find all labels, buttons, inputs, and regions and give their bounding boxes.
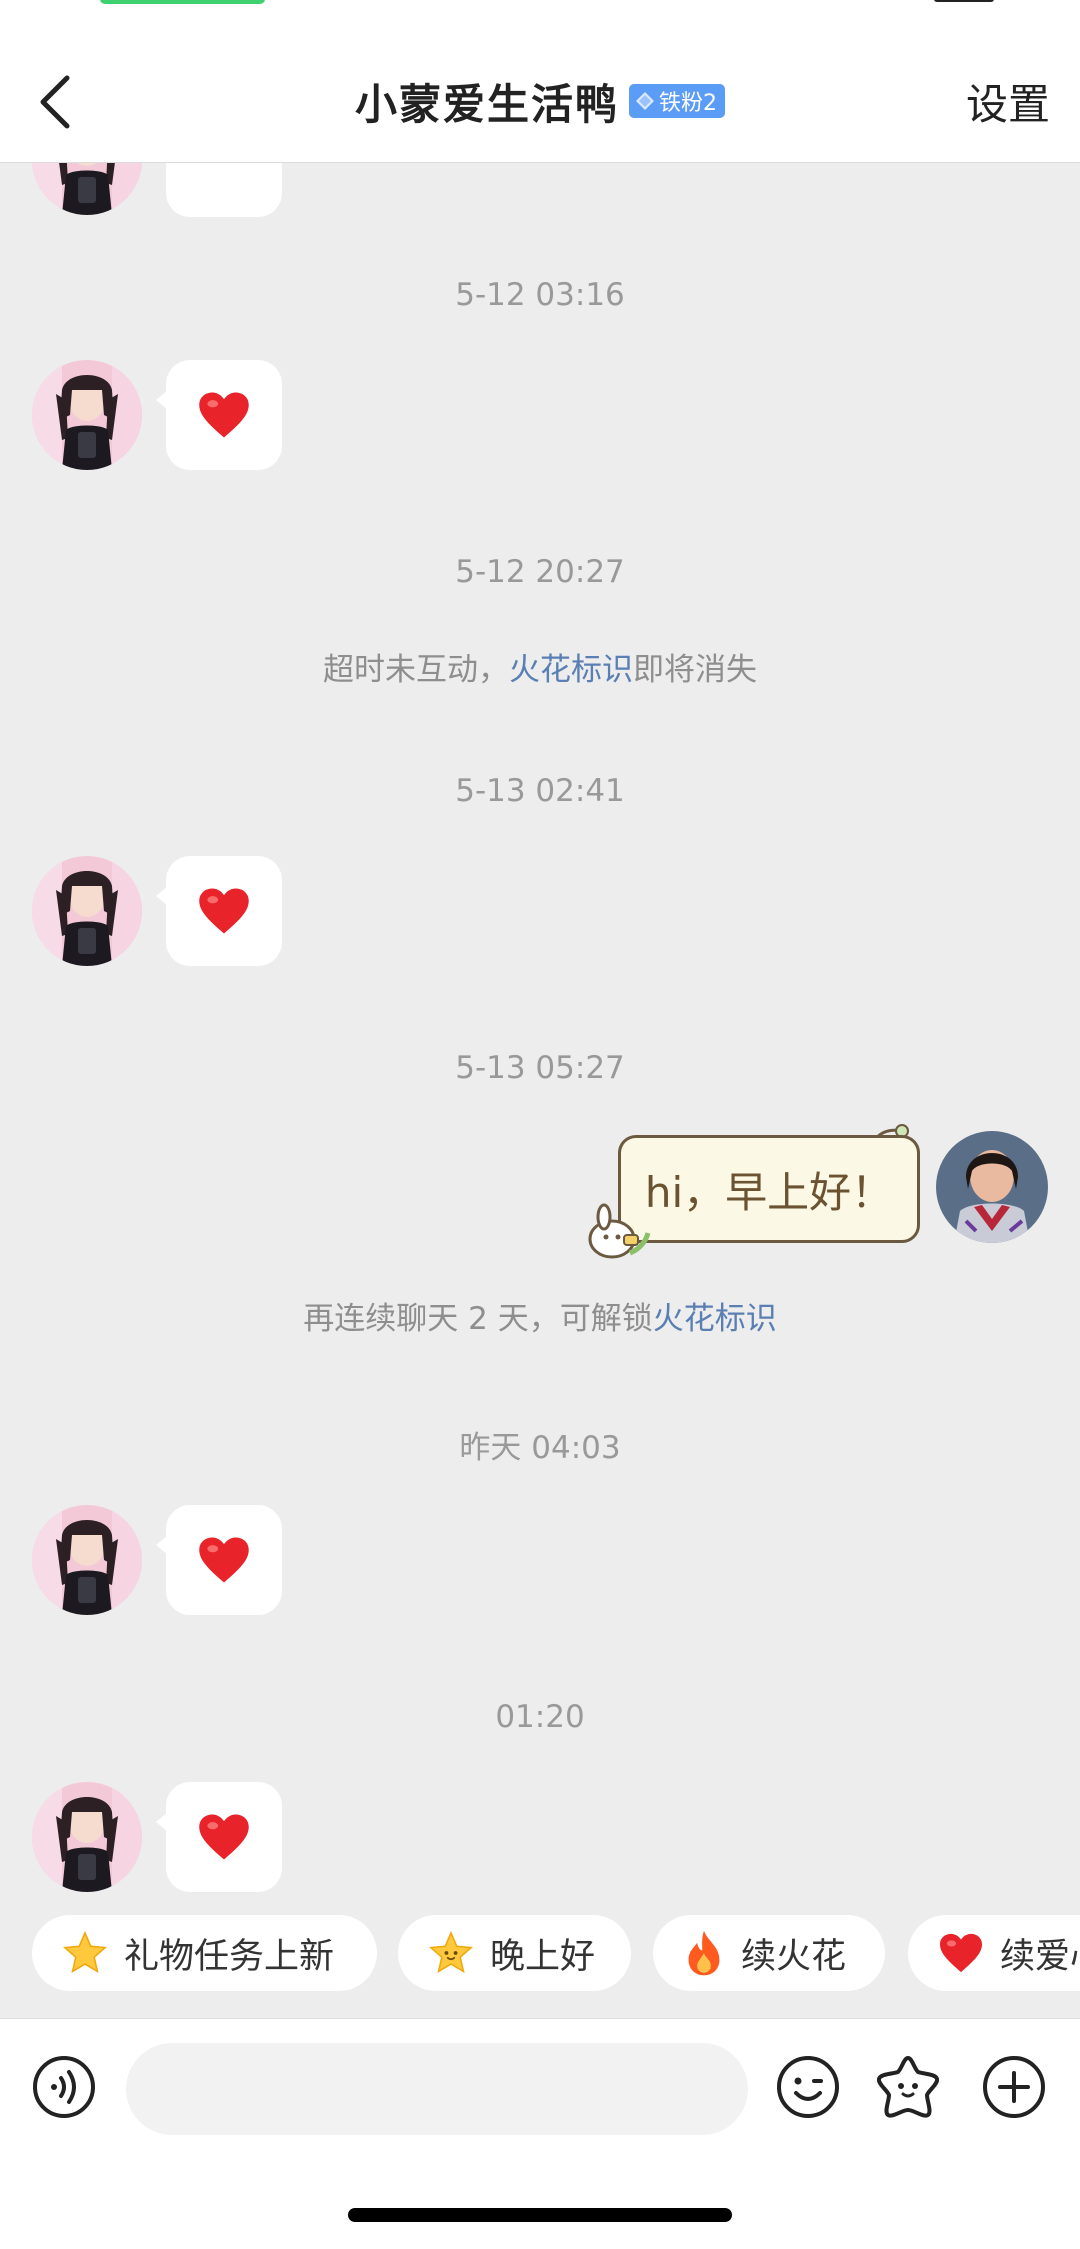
my-message-bubble[interactable]: hi，早上好！: [618, 1135, 920, 1243]
settings-button[interactable]: 设置: [966, 40, 1050, 162]
message-timestamp: 5-13 05:27: [455, 1050, 625, 1086]
system-notice: 再连续聊天 2 天，可解锁火花标识: [0, 1293, 1080, 1338]
badge-label: 铁粉2: [659, 91, 717, 116]
quick-reply-label: 续火花: [741, 1936, 847, 1977]
message-timestamp: 5-12 03:16: [455, 277, 625, 313]
message-timestamp: 5-13 02:41: [455, 773, 625, 809]
message-timestamp: 昨天 04:03: [459, 1430, 621, 1466]
system-notice-text: 再连续聊天 2 天，可解锁: [303, 1301, 653, 1337]
system-notice-text: 超时未互动，: [323, 652, 509, 688]
title-group: 小蒙爱生活鸭 铁粉2: [0, 40, 1080, 162]
message-input[interactable]: [126, 2043, 748, 2135]
contact-avatar[interactable]: [32, 856, 142, 966]
red-heart-emoji-icon: [197, 1812, 251, 1862]
page-title: 小蒙爱生活鸭: [354, 79, 619, 129]
status-bar: [0, 0, 1080, 40]
message-timestamp: 5-12 20:27: [455, 554, 625, 590]
voice-button[interactable]: [30, 2053, 98, 2121]
contact-avatar[interactable]: [32, 1505, 142, 1615]
heart-icon: [938, 1932, 984, 1974]
red-heart-emoji-icon: [197, 886, 251, 936]
message-bubble-heart[interactable]: [156, 1505, 282, 1615]
star-icon: [63, 1930, 107, 1973]
message-list[interactable]: 5-12 03:16 5-12 20:27 超时未互动，火花标识即将消失 5-1…: [0, 163, 1080, 1905]
home-indicator: [348, 2208, 732, 2222]
emoji-button[interactable]: [774, 2053, 842, 2121]
sticker-star-icon: [876, 2056, 940, 2118]
quick-reply-bar[interactable]: 礼物任务上新 晚上好 续火花 续爱心: [0, 1915, 1080, 1997]
system-notice: 超时未互动，火花标识即将消失: [0, 644, 1080, 689]
voice-icon: [33, 2056, 95, 2118]
contact-avatar[interactable]: [32, 360, 142, 470]
spark-badge-link[interactable]: 火花标识: [653, 1301, 777, 1337]
battery-icon: [934, 0, 994, 2]
message-bubble-heart[interactable]: [166, 163, 282, 217]
message-bubble-heart[interactable]: [156, 856, 282, 966]
message-bubble-heart[interactable]: [156, 1782, 282, 1892]
quick-reply-continue-love[interactable]: 续爱心: [908, 1915, 1080, 1991]
red-heart-emoji-icon: [197, 390, 251, 440]
diamond-icon: [636, 92, 654, 110]
my-avatar[interactable]: [936, 1131, 1048, 1243]
quick-reply-gift-task[interactable]: 礼物任务上新: [32, 1915, 377, 1991]
more-button[interactable]: [980, 2053, 1048, 2121]
quick-reply-continue-spark[interactable]: 续火花: [653, 1915, 885, 1991]
emoji-icon: [777, 2056, 839, 2118]
plus-circle-icon: [983, 2056, 1045, 2118]
spark-badge-link[interactable]: 火花标识: [509, 652, 633, 688]
quick-reply-label: 续爱心: [1000, 1936, 1080, 1977]
chat-header: 小蒙爱生活鸭 铁粉2 设置: [0, 40, 1080, 163]
quick-reply-label: 晚上好: [490, 1936, 596, 1977]
contact-avatar[interactable]: [32, 163, 142, 215]
quick-reply-good-evening[interactable]: 晚上好: [398, 1915, 631, 1991]
red-heart-emoji-icon: [197, 1535, 251, 1585]
fan-level-badge[interactable]: 铁粉2: [629, 84, 725, 118]
contact-avatar[interactable]: [32, 1782, 142, 1892]
cartoon-rabbit-sticker-icon: [584, 1193, 654, 1263]
system-notice-text: 即将消失: [633, 652, 757, 688]
fire-icon: [688, 1930, 720, 1976]
quick-reply-label: 礼物任务上新: [124, 1936, 335, 1977]
message-bubble-heart[interactable]: [156, 360, 282, 470]
call-status-pill: [100, 0, 265, 4]
message-timestamp: 01:20: [495, 1699, 585, 1735]
smiling-star-icon: [429, 1930, 473, 1973]
sticker-button[interactable]: [874, 2053, 942, 2121]
